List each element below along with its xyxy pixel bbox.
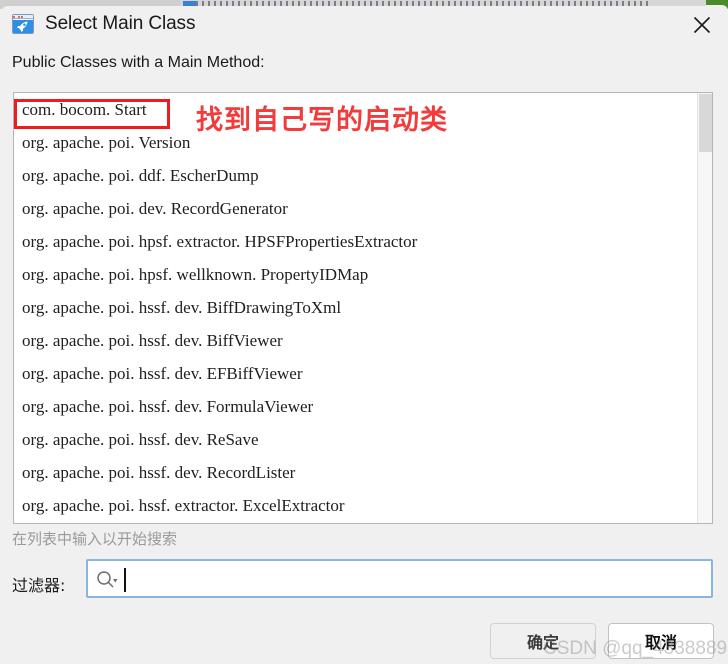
text-cursor <box>124 568 126 592</box>
filter-input[interactable] <box>86 559 713 598</box>
class-list-panel: com. bocom. Start org. apache. poi. Versi… <box>13 92 713 524</box>
list-item[interactable]: org. apache. poi. hssf. dev. FormulaView… <box>14 390 697 423</box>
close-icon[interactable] <box>676 6 728 44</box>
list-item[interactable]: org. apache. poi. hpsf. wellknown. Prope… <box>14 258 697 291</box>
list-scrollbar[interactable] <box>697 93 712 523</box>
list-item[interactable]: org. apache. poi. dev. RecordGenerator <box>14 192 697 225</box>
annotation-text: 找到自己写的启动类 <box>196 105 448 136</box>
dialog-title: Select Main Class <box>45 13 196 34</box>
list-scrollbar-thumb[interactable] <box>699 94 712 152</box>
list-item[interactable]: org. apache. poi. hssf. dev. EFBiffViewe… <box>14 357 697 390</box>
dialog-titlebar: Select Main Class <box>0 6 728 46</box>
ok-button[interactable]: 确定 <box>490 623 596 659</box>
list-item[interactable]: org. apache. poi. hssf. dev. ReSave <box>14 423 697 456</box>
dialog-subtitle: Public Classes with a Main Method: <box>12 54 265 71</box>
cancel-button[interactable]: 取消 <box>608 623 714 659</box>
filter-label: 过滤器: <box>12 576 66 595</box>
list-item[interactable]: org. apache. poi. hpsf. extractor. HPSFP… <box>14 225 697 258</box>
rocket-window-icon <box>12 14 34 34</box>
list-item[interactable]: org. apache. poi. hssf. dev. RecordListe… <box>14 456 697 489</box>
search-icon[interactable] <box>96 570 118 590</box>
search-hint-text: 在列表中输入以开始搜索 <box>12 530 178 548</box>
list-item[interactable]: org. apache. poi. ddf. EscherDump <box>14 159 697 192</box>
list-item[interactable]: org. apache. poi. hssf. dev. BiffDrawing… <box>14 291 697 324</box>
list-item[interactable]: org. apache. poi. hssf. dev. BiffViewer <box>14 324 697 357</box>
select-main-class-dialog: Select Main Class Public Classes with a … <box>0 0 728 664</box>
class-list[interactable]: com. bocom. Start org. apache. poi. Versi… <box>14 93 697 523</box>
dialog-surface: Select Main Class Public Classes with a … <box>0 6 728 664</box>
list-item[interactable]: org. apache. poi. hssf. extractor. Excel… <box>14 489 697 522</box>
